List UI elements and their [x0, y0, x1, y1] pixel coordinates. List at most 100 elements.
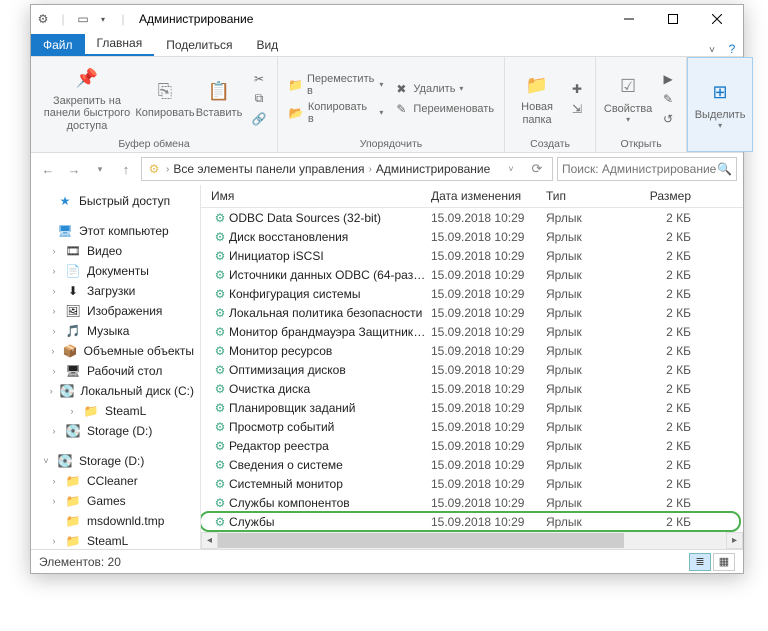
sidebar-item-storage-d2[interactable]: ˅💽Storage (D:) — [31, 451, 200, 471]
scroll-right-button[interactable]: ▸ — [726, 532, 743, 549]
tab-share[interactable]: Поделиться — [154, 34, 244, 56]
properties-icon: ☑ — [614, 73, 642, 101]
easy-access-button[interactable]: ⇲ — [565, 99, 589, 119]
group-organize-label: Упорядочить — [284, 138, 498, 152]
column-size[interactable]: Размер — [641, 189, 701, 203]
breadcrumb-seg2[interactable]: Администрирование — [376, 162, 490, 176]
minimize-button[interactable] — [607, 5, 651, 33]
sidebar-item-3d-objects[interactable]: ›📦Объемные объекты — [31, 341, 200, 361]
sidebar-item-desktop[interactable]: ›🖥Рабочий стол — [31, 361, 200, 381]
history-button[interactable]: ↺ — [656, 109, 680, 129]
sidebar-item-music[interactable]: ›🎵Музыка — [31, 321, 200, 341]
chevron-right-icon[interactable]: › — [366, 164, 373, 175]
open-icon: ▶ — [660, 71, 676, 87]
file-row[interactable]: ⚙Монитор ресурсов15.09.2018 10:29Ярлык2 … — [201, 341, 743, 360]
column-type[interactable]: Тип — [546, 189, 641, 203]
sidebar-item-games[interactable]: ›📁Games — [31, 491, 200, 511]
properties-button[interactable]: ☑ Свойства ▾ — [602, 71, 654, 127]
file-type: Ярлык — [546, 382, 641, 396]
paste-shortcut-button[interactable]: ✂ — [247, 69, 271, 89]
sidebar-item-pictures[interactable]: ›🖼Изображения — [31, 301, 200, 321]
paste-link-button[interactable]: 🔗 — [247, 109, 271, 129]
scroll-left-button[interactable]: ◂ — [201, 532, 218, 549]
copy-button[interactable]: ⎘ Копировать — [139, 75, 191, 122]
file-row[interactable]: ⚙Инициатор iSCSI15.09.2018 10:29Ярлык2 К… — [201, 246, 743, 265]
sidebar-item-this-pc[interactable]: 🖥Этот компьютер — [31, 221, 200, 241]
search-box[interactable]: 🔍 — [557, 157, 737, 181]
address-bar[interactable]: ⚙ › Все элементы панели управления › Адм… — [141, 157, 553, 181]
desktop-icon: 🖥 — [65, 363, 81, 379]
new-folder-button[interactable]: 📁 Новая папка — [511, 69, 563, 128]
file-row[interactable]: ⚙Конфигурация системы15.09.2018 10:29Ярл… — [201, 284, 743, 303]
refresh-icon[interactable]: ⟳ — [526, 158, 548, 180]
file-row[interactable]: ⚙Редактор реестра15.09.2018 10:29Ярлык2 … — [201, 436, 743, 455]
file-row[interactable]: ⚙Очистка диска15.09.2018 10:29Ярлык2 КБ — [201, 379, 743, 398]
sidebar-item-videos[interactable]: ›🎞Видео — [31, 241, 200, 261]
edit-button[interactable]: ✎ — [656, 89, 680, 109]
file-name: Оптимизация дисков — [229, 363, 431, 377]
file-row[interactable]: ⚙Системный монитор15.09.2018 10:29Ярлык2… — [201, 474, 743, 493]
nav-up-button[interactable]: ↑ — [115, 158, 137, 180]
dropdown-history-icon[interactable]: ˅ — [500, 158, 522, 180]
shortcut-icon: ⚙ — [211, 381, 229, 397]
details-view-button[interactable]: ≣ — [689, 553, 711, 571]
column-name[interactable]: Имя — [211, 189, 431, 203]
sidebar-item-downloads[interactable]: ›⬇Загрузки — [31, 281, 200, 301]
help-icon[interactable]: ? — [721, 42, 743, 56]
file-row[interactable]: ⚙Просмотр событий15.09.2018 10:29Ярлык2 … — [201, 417, 743, 436]
tab-file[interactable]: Файл — [31, 34, 85, 56]
file-row[interactable]: ⚙Диск восстановления15.09.2018 10:29Ярлы… — [201, 227, 743, 246]
file-size: 2 КБ — [641, 268, 701, 282]
rename-button[interactable]: ✎Переименовать — [389, 99, 498, 119]
chevron-right-icon[interactable]: › — [164, 164, 171, 175]
nav-tree[interactable]: ★Быстрый доступ 🖥Этот компьютер ›🎞Видео … — [31, 185, 201, 549]
search-input[interactable] — [562, 162, 717, 176]
sidebar-item-quick-access[interactable]: ★Быстрый доступ — [31, 191, 200, 211]
search-icon[interactable]: 🔍 — [717, 158, 732, 180]
sidebar-item-local-disk[interactable]: ›💽Локальный диск (C:) — [31, 381, 200, 401]
collapse-ribbon-icon[interactable]: ˅ — [703, 45, 721, 56]
icons-view-button[interactable]: ▦ — [713, 553, 735, 571]
file-row[interactable]: ⚙Монитор брандмауэра Защитника Win...15.… — [201, 322, 743, 341]
sidebar-item-steaml2[interactable]: ›📁SteamL — [31, 531, 200, 549]
file-row[interactable]: ⚙Службы компонентов15.09.2018 10:29Ярлык… — [201, 493, 743, 512]
close-button[interactable] — [695, 5, 739, 33]
pin-quick-access-button[interactable]: 📌 Закрепить на панели быстрого доступа — [37, 63, 137, 135]
new-item-button[interactable]: ✚ — [565, 79, 589, 99]
file-type: Ярлык — [546, 325, 641, 339]
folder-icon: 📁 — [83, 403, 99, 419]
shortcut-icon: ⚙ — [211, 362, 229, 378]
sidebar-item-steaml[interactable]: ›📁SteamL — [31, 401, 200, 421]
sidebar-item-msdownld[interactable]: 📁msdownld.tmp — [31, 511, 200, 531]
tab-home[interactable]: Главная — [85, 32, 155, 56]
sidebar-item-ccleaner[interactable]: ›📁CCleaner — [31, 471, 200, 491]
maximize-button[interactable] — [651, 5, 695, 33]
horizontal-scrollbar[interactable]: ◂ ▸ — [201, 532, 743, 549]
scroll-track[interactable] — [218, 532, 726, 549]
nav-forward-button[interactable]: → — [63, 158, 85, 180]
copy-path-button[interactable]: ⧉ — [247, 89, 271, 109]
file-row[interactable]: ⚙Планировщик заданий15.09.2018 10:29Ярлы… — [201, 398, 743, 417]
open-button[interactable]: ▶ — [656, 69, 680, 89]
qat-dropdown-icon[interactable]: ▾ — [95, 11, 111, 27]
file-row[interactable]: ⚙Сведения о системе15.09.2018 10:29Ярлык… — [201, 455, 743, 474]
scroll-thumb[interactable] — [218, 533, 624, 548]
nav-recent-dropdown[interactable]: ▾ — [89, 158, 111, 180]
column-date[interactable]: Дата изменения — [431, 189, 546, 203]
paste-button[interactable]: 📋 Вставить — [193, 75, 245, 122]
file-row[interactable]: ⚙Источники данных ODBC (64-разрядная...1… — [201, 265, 743, 284]
sidebar-item-documents[interactable]: ›📄Документы — [31, 261, 200, 281]
properties-icon[interactable]: ▭ — [75, 11, 91, 27]
file-row[interactable]: ⚙ODBC Data Sources (32-bit)15.09.2018 10… — [201, 208, 743, 227]
breadcrumb-seg1[interactable]: Все элементы панели управления — [173, 162, 364, 176]
sidebar-item-storage-d[interactable]: ›💽Storage (D:) — [31, 421, 200, 441]
nav-back-button[interactable]: ← — [37, 158, 59, 180]
copy-to-button[interactable]: 📂Копировать в▾ — [284, 99, 387, 127]
file-row[interactable]: ⚙Службы15.09.2018 10:29Ярлык2 КБ — [201, 512, 743, 531]
file-row[interactable]: ⚙Локальная политика безопасности15.09.20… — [201, 303, 743, 322]
delete-button[interactable]: ✖Удалить▾ — [389, 79, 498, 99]
file-row[interactable]: ⚙Оптимизация дисков15.09.2018 10:29Ярлык… — [201, 360, 743, 379]
select-button[interactable]: ⊞ Выделить ▾ — [694, 77, 746, 133]
move-to-button[interactable]: 📁Переместить в▾ — [284, 71, 387, 99]
tab-view[interactable]: Вид — [244, 34, 290, 56]
